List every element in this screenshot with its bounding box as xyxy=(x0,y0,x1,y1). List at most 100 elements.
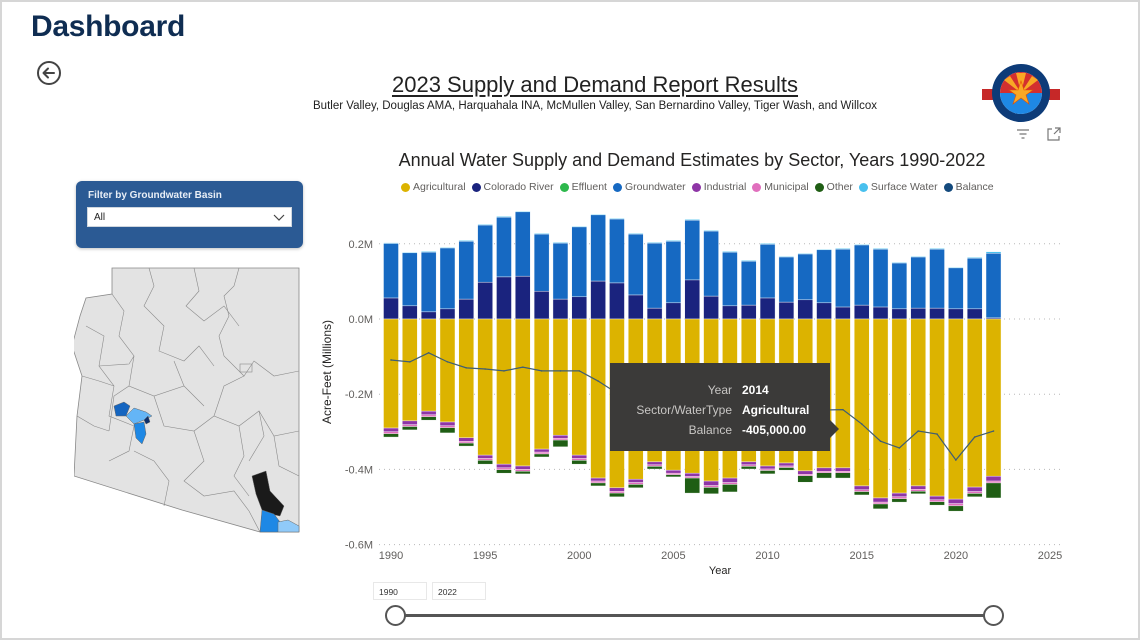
bar-segment-other xyxy=(684,477,700,494)
bar-stack-2022[interactable] xyxy=(985,251,1002,499)
bar-segment-groundwater xyxy=(477,224,493,283)
bar-segment-municipal xyxy=(966,491,983,494)
bar-segment-industrial xyxy=(571,454,587,459)
bar-segment-surface-water xyxy=(402,251,418,254)
bar-segment-municipal xyxy=(477,458,493,461)
bar-segment-industrial xyxy=(778,462,795,467)
bar-segment-surface-water xyxy=(665,240,682,242)
range-start-input[interactable]: 1990 xyxy=(373,582,427,600)
year-range-end-handle[interactable] xyxy=(983,605,1004,626)
bar-segment-colorado-river xyxy=(854,304,870,320)
bar-segment-surface-water xyxy=(552,242,569,244)
bar-segment-colorado-river xyxy=(835,306,851,320)
bar-stack-2002[interactable] xyxy=(609,218,625,498)
bar-segment-surface-water xyxy=(703,230,719,232)
bar-stack-2020[interactable] xyxy=(948,266,964,512)
bar-stack-2019[interactable] xyxy=(929,248,945,506)
bar-segment-industrial xyxy=(477,454,493,459)
bar-stack-2001[interactable] xyxy=(590,213,606,487)
bar-segment-other xyxy=(985,482,1002,499)
bar-segment-surface-water xyxy=(609,218,625,220)
bar-stack-1998[interactable] xyxy=(533,233,550,458)
bar-segment-colorado-river xyxy=(646,307,663,320)
bar-segment-groundwater xyxy=(458,240,475,300)
bar-segment-municipal xyxy=(929,499,945,502)
bar-segment-colorado-river xyxy=(496,276,512,320)
range-end-input[interactable]: 2022 xyxy=(432,582,486,600)
bar-segment-municipal xyxy=(571,458,587,461)
year-range-start-handle[interactable] xyxy=(385,605,406,626)
balance-point xyxy=(578,370,581,372)
tooltip-value: 2014 xyxy=(742,383,769,397)
bar-segment-industrial xyxy=(872,497,889,503)
supply-demand-chart: 0.2M 0.0M -0.2M -0.4M -0.6M 1990 1995 2000 2005… xyxy=(320,210,1062,577)
bar-segment-groundwater xyxy=(835,248,851,308)
bar-segment-municipal xyxy=(628,482,644,485)
bar-segment-surface-water xyxy=(835,248,851,250)
bar-segment-colorado-river xyxy=(891,308,908,320)
bar-stack-2021[interactable] xyxy=(966,257,983,498)
balance-point xyxy=(879,440,882,443)
y-tick-label: 0.2M xyxy=(349,239,373,251)
bar-stack-2015[interactable] xyxy=(854,243,870,496)
bar-segment-industrial xyxy=(590,477,606,482)
bar-segment-agricultural xyxy=(835,318,851,469)
bar-stack-2000[interactable] xyxy=(571,225,587,465)
bar-segment-groundwater xyxy=(402,252,418,307)
bar-segment-industrial xyxy=(383,427,399,433)
bar-stack-1995[interactable] xyxy=(477,224,493,465)
bar-segment-other xyxy=(665,474,682,478)
bar-stack-1999[interactable] xyxy=(552,242,569,448)
bar-segment-groundwater xyxy=(948,267,964,310)
bar-segment-groundwater xyxy=(590,214,606,282)
bar-segment-municipal xyxy=(402,424,418,427)
bar-stack-1990[interactable] xyxy=(383,242,399,438)
bar-segment-industrial xyxy=(665,469,682,474)
bar-segment-surface-water xyxy=(910,256,926,258)
bar-stack-2014[interactable] xyxy=(835,248,851,479)
bar-segment-municipal xyxy=(985,480,1002,484)
bar-stack-1997[interactable] xyxy=(515,210,531,475)
year-range-slider-track[interactable] xyxy=(396,614,994,617)
bar-segment-colorado-river xyxy=(590,280,606,320)
bar-segment-other xyxy=(722,484,738,493)
tooltip-value: Agricultural xyxy=(742,403,810,417)
x-tick-label: 2010 xyxy=(755,550,779,562)
tooltip-key: Year xyxy=(707,383,732,397)
bar-stack-1994[interactable] xyxy=(458,240,475,447)
bar-segment-industrial xyxy=(910,485,926,490)
bar-segment-industrial xyxy=(533,448,550,453)
bar-segment-colorado-river xyxy=(910,307,926,320)
bar-segment-surface-water xyxy=(816,248,832,251)
bar-stack-1991[interactable] xyxy=(402,251,418,431)
x-tick-label: 2020 xyxy=(944,550,968,562)
bar-stack-1992[interactable] xyxy=(420,251,437,421)
bar-segment-industrial xyxy=(420,410,437,416)
bar-segment-other xyxy=(759,470,776,475)
bar-stack-2006[interactable] xyxy=(684,219,700,494)
bar-segment-other xyxy=(628,484,644,489)
bar-segment-other xyxy=(646,466,663,470)
bar-segment-other xyxy=(552,439,569,448)
tooltip-pointer xyxy=(830,420,839,438)
tooltip-row-balance: Balance -405,000.00 xyxy=(610,423,830,443)
bar-segment-municipal xyxy=(835,471,851,473)
bar-stack-2018[interactable] xyxy=(910,256,926,495)
bar-segment-municipal xyxy=(420,414,437,417)
y-tick-label: -0.2M xyxy=(345,389,373,401)
bar-segment-colorado-river xyxy=(458,298,475,320)
bar-stack-2017[interactable] xyxy=(891,262,908,503)
bar-stack-2016[interactable] xyxy=(872,248,889,510)
balance-point xyxy=(955,459,957,461)
bar-segment-colorado-river xyxy=(684,279,700,320)
bar-stack-1993[interactable] xyxy=(439,246,456,434)
balance-point xyxy=(484,368,486,370)
tooltip-key: Sector/WaterType xyxy=(636,403,732,417)
bar-segment-industrial xyxy=(439,421,456,426)
balance-point xyxy=(427,352,430,354)
bar-stack-1996[interactable] xyxy=(496,216,512,474)
chart-y-axis: 0.2M 0.0M -0.2M -0.4M -0.6M xyxy=(345,239,373,552)
bar-segment-surface-water xyxy=(684,219,700,221)
bar-segment-municipal xyxy=(439,425,456,428)
bar-segment-colorado-river xyxy=(552,298,569,320)
